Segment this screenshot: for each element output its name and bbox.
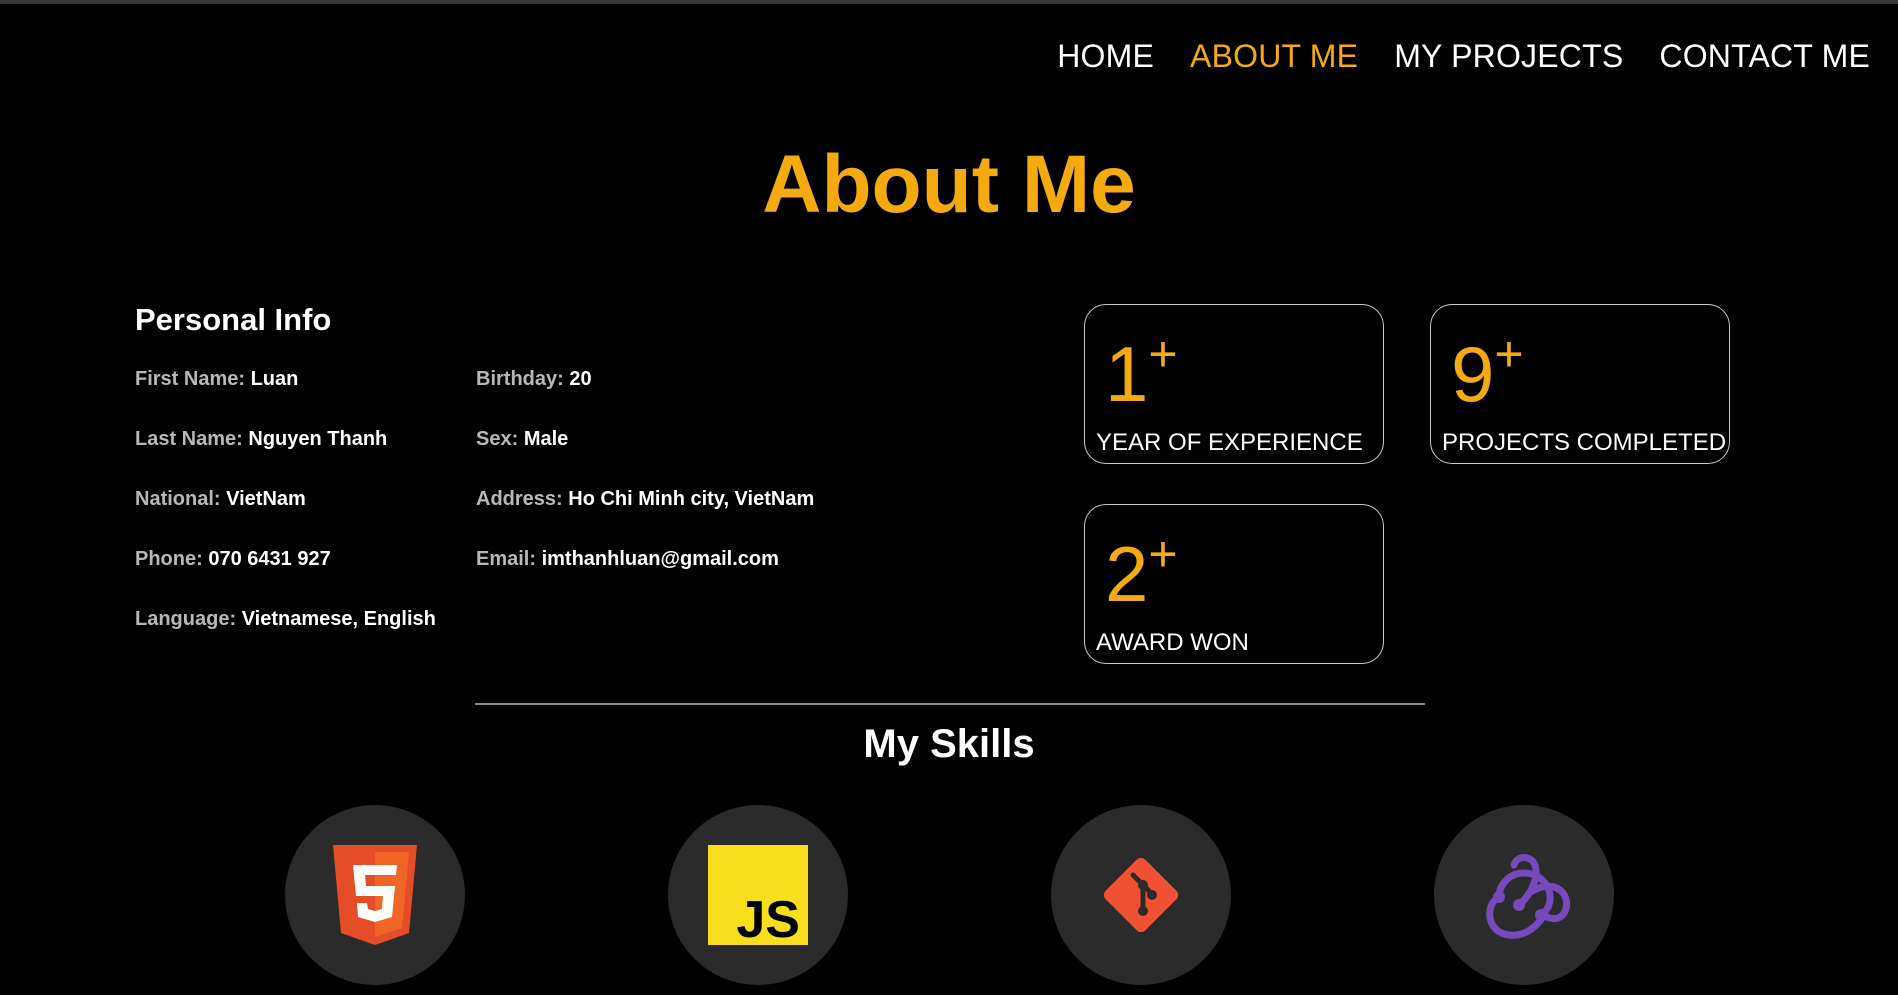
info-label: Address: bbox=[476, 488, 563, 510]
stat-number: 2+ bbox=[1105, 526, 1178, 618]
info-label: Phone: bbox=[135, 548, 203, 570]
nav-my-projects[interactable]: MY PROJECTS bbox=[1394, 38, 1623, 75]
page-title: About Me bbox=[762, 139, 1136, 230]
info-label: First Name: bbox=[135, 368, 246, 390]
js-icon-text: JS bbox=[736, 891, 800, 945]
info-label: Birthday: bbox=[476, 368, 564, 390]
info-phone: Phone: 070 6431 927 bbox=[135, 548, 476, 608]
stat-caption: YEAR OF EXPERIENCE bbox=[1096, 429, 1363, 456]
info-label: Language: bbox=[135, 608, 237, 630]
nav-about-me[interactable]: ABOUT ME bbox=[1190, 38, 1358, 75]
info-value: 20 bbox=[569, 368, 592, 390]
skill-git bbox=[1051, 805, 1231, 985]
window-top-border bbox=[0, 0, 1898, 4]
info-value: Nguyen Thanh bbox=[248, 428, 388, 450]
skill-html5 bbox=[285, 805, 465, 985]
info-label: National: bbox=[135, 488, 221, 510]
redux-icon bbox=[1486, 854, 1571, 939]
stat-suffix: + bbox=[1494, 326, 1524, 382]
javascript-icon: JS bbox=[708, 845, 808, 945]
stat-number: 9+ bbox=[1451, 326, 1524, 418]
main-nav: HOME ABOUT ME MY PROJECTS CONTACT ME bbox=[1057, 38, 1870, 75]
skill-javascript: JS bbox=[668, 805, 848, 985]
info-email: Email: imthanhluan@gmail.com bbox=[476, 548, 896, 608]
info-value: Ho Chi Minh city, VietNam bbox=[568, 488, 815, 510]
info-language: Language: Vietnamese, English bbox=[135, 608, 476, 668]
info-value: VietNam bbox=[226, 488, 306, 510]
info-value: Vietnamese, English bbox=[241, 608, 436, 630]
nav-home[interactable]: HOME bbox=[1057, 38, 1154, 75]
info-national: National: VietNam bbox=[135, 488, 476, 548]
stat-suffix: + bbox=[1148, 326, 1178, 382]
info-address: Address: Ho Chi Minh city, VietNam bbox=[476, 488, 896, 548]
git-icon bbox=[1103, 857, 1179, 933]
nav-contact-me[interactable]: CONTACT ME bbox=[1659, 38, 1870, 75]
stat-caption: AWARD WON bbox=[1096, 629, 1249, 656]
stat-card-experience: 1+ YEAR OF EXPERIENCE bbox=[1084, 304, 1384, 464]
info-label: Email: bbox=[476, 548, 537, 570]
stat-caption: PROJECTS COMPLETED bbox=[1442, 429, 1727, 456]
info-value: Luan bbox=[250, 368, 299, 390]
stat-suffix: + bbox=[1148, 526, 1178, 582]
info-birthday: Birthday: 20 bbox=[476, 368, 896, 428]
info-value: imthanhluan@gmail.com bbox=[541, 548, 779, 570]
info-first-name: First Name: Luan bbox=[135, 368, 476, 428]
info-label: Sex: bbox=[476, 428, 519, 450]
stat-number: 1+ bbox=[1105, 326, 1178, 418]
stat-card-projects: 9+ PROJECTS COMPLETED bbox=[1430, 304, 1730, 464]
info-last-name: Last Name: Nguyen Thanh bbox=[135, 428, 476, 488]
info-label: Last Name: bbox=[135, 428, 243, 450]
stat-card-awards: 2+ AWARD WON bbox=[1084, 504, 1384, 664]
personal-info-grid: First Name: Luan Birthday: 20 Last Name:… bbox=[135, 368, 896, 668]
info-sex: Sex: Male bbox=[476, 428, 896, 488]
skills-title: My Skills bbox=[863, 722, 1035, 766]
skill-redux bbox=[1434, 805, 1614, 985]
info-value: 070 6431 927 bbox=[208, 548, 331, 570]
html5-icon bbox=[333, 845, 417, 945]
info-value: Male bbox=[523, 428, 569, 450]
section-divider bbox=[475, 703, 1425, 705]
personal-info-heading: Personal Info bbox=[135, 302, 332, 337]
